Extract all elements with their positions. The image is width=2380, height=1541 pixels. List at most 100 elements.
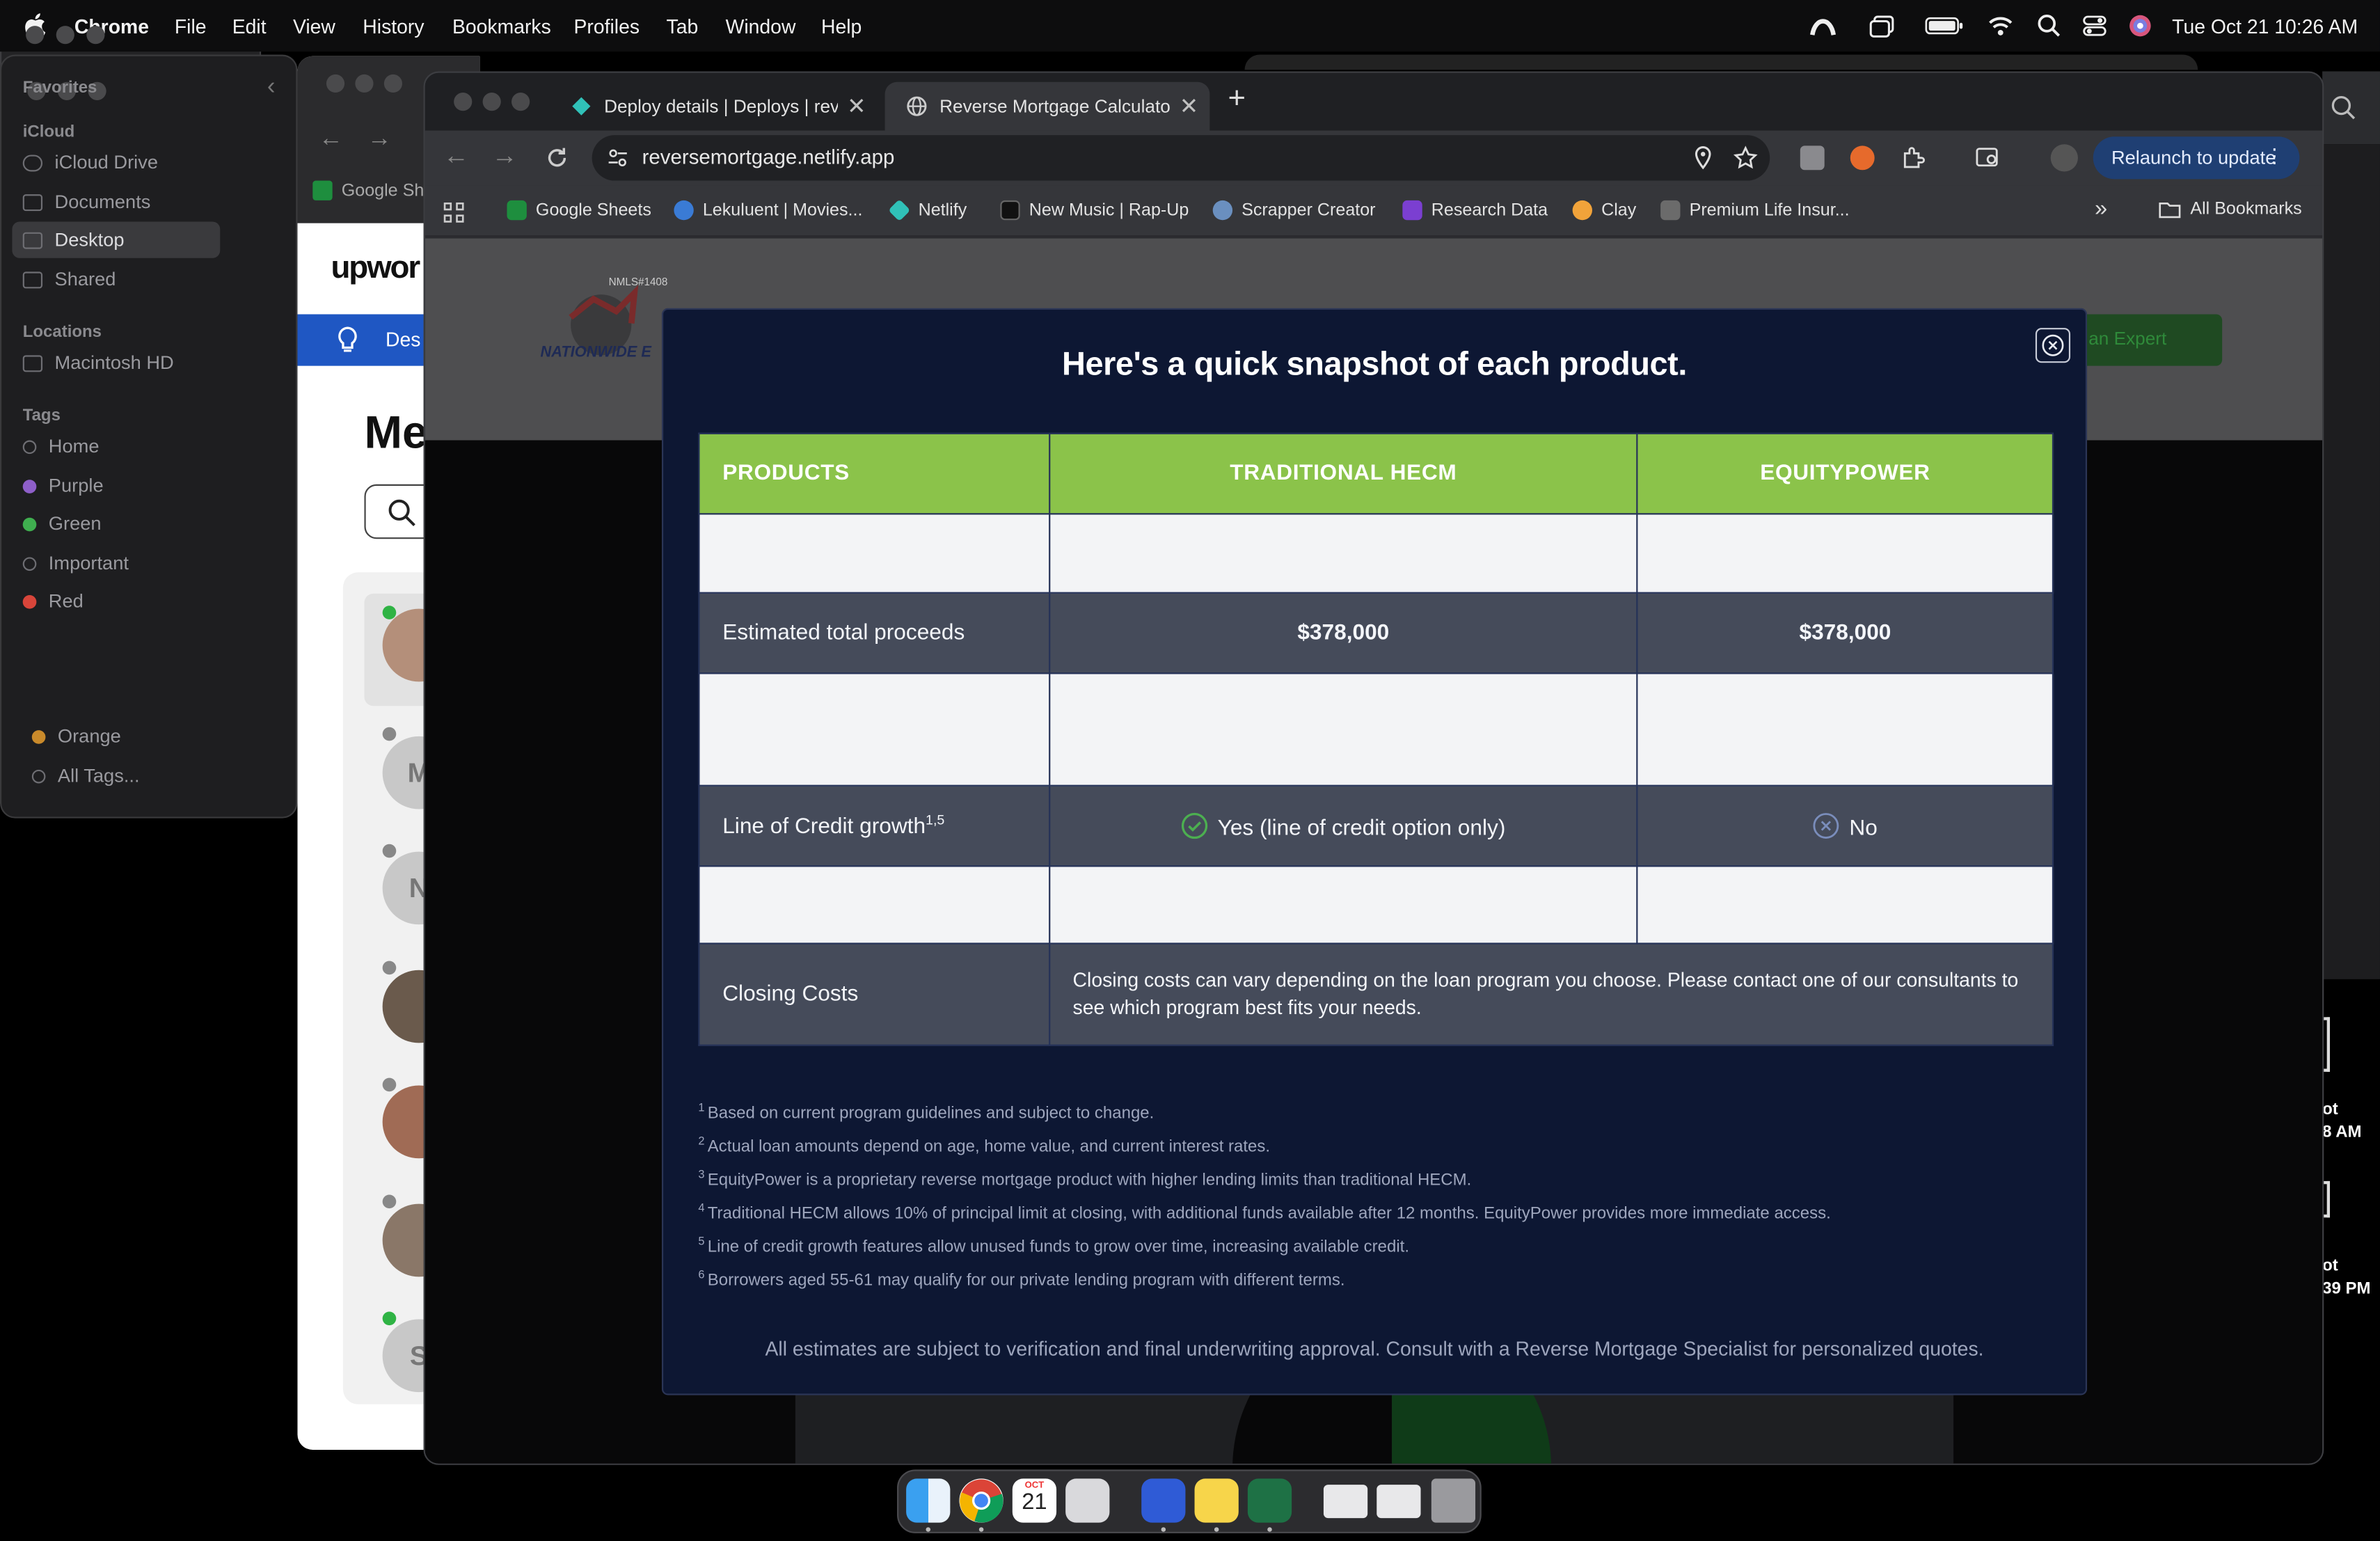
finder-app-icon[interactable] (906, 1478, 951, 1523)
bookmark-premium-life[interactable]: Premium Life Insur... (1660, 200, 1850, 221)
window-close-button[interactable] (26, 26, 45, 45)
window-minimize-button[interactable] (56, 26, 74, 45)
table-header-row: PRODUCTS TRADITIONAL HECM EQUITYPOWER (698, 432, 2054, 515)
reload-icon[interactable] (545, 145, 569, 170)
close-tab-icon[interactable]: ✕ (847, 93, 866, 120)
menu-help[interactable]: Help (821, 15, 862, 38)
back-arrow-icon[interactable]: ← (443, 141, 469, 172)
bookmark-google-sheets[interactable]: Google Sheets (507, 200, 651, 221)
metamask-extension-icon[interactable] (1850, 145, 1875, 171)
menu-window[interactable]: Window (726, 15, 796, 38)
sidebar-item-tag-home[interactable]: Home (22, 436, 100, 457)
menu-history[interactable]: History (363, 15, 424, 38)
downloads-stack-icon[interactable] (1323, 1485, 1368, 1519)
bookmark-clay[interactable]: Clay (1572, 200, 1636, 221)
offline-status-dot (382, 961, 397, 975)
logo-nmls: NMLS#1408 (609, 276, 668, 288)
footnote: 2 Actual loan amounts depend on age, home… (698, 1134, 1271, 1157)
upwork-logo[interactable]: upwor (331, 251, 420, 287)
window-minimize-button[interactable] (355, 74, 374, 93)
extensions-puzzle-icon[interactable] (1901, 144, 1928, 171)
sidebar-item-macintosh-hd[interactable]: Macintosh HD (22, 352, 174, 374)
bookmark-lekuluent[interactable]: Lekuluent | Movies... (674, 200, 862, 221)
play-icon (674, 200, 694, 221)
disk-icon (22, 354, 43, 372)
forward-arrow-icon[interactable]: → (492, 141, 518, 172)
notes-app-icon[interactable] (1194, 1478, 1239, 1523)
excel-app-icon[interactable] (1247, 1478, 1292, 1523)
bookmark-research-data[interactable]: Research Data (1402, 200, 1548, 221)
menu-profiles[interactable]: Profiles (573, 15, 640, 38)
location-pin-icon[interactable] (1692, 145, 1714, 170)
document-icon (22, 193, 43, 211)
window-close-button[interactable] (454, 93, 473, 111)
chevron-left-icon[interactable]: ‹ (267, 74, 276, 102)
bookmark-new-music[interactable]: New Music | Rap-Up (1000, 200, 1189, 221)
address-bar[interactable]: reversemortgage.netlify.app (592, 135, 1770, 181)
upwork-page-title: Me (364, 408, 428, 459)
modal-close-button[interactable] (2035, 328, 2071, 363)
all-bookmarks-button[interactable]: All Bookmarks (2159, 200, 2302, 219)
calendar-app-icon[interactable]: OCT 21 (1012, 1478, 1057, 1523)
sidebar-item-shared[interactable]: Shared (22, 269, 116, 290)
profile-avatar[interactable] (2050, 144, 2078, 172)
more-options-icon[interactable]: ⋮ (2264, 144, 2284, 168)
relaunch-button[interactable]: Relaunch to update ⋮ (2093, 136, 2300, 180)
menu-file[interactable]: File (175, 15, 207, 38)
bookmark-netlify[interactable]: Netlify (888, 199, 967, 222)
siri-icon[interactable] (2127, 12, 2154, 39)
extension-icon[interactable] (1800, 145, 1825, 171)
sheets-icon (507, 200, 527, 221)
forward-arrow-icon[interactable]: → (367, 126, 392, 153)
sidebar-item-documents[interactable]: Documents (22, 191, 151, 212)
window-zoom-button[interactable] (86, 26, 105, 45)
bookmark-google-sheets[interactable]: Google Sh (312, 180, 424, 200)
sidebar-section-tags: Tags (22, 406, 61, 425)
bookmark-star-icon[interactable] (1733, 145, 1758, 170)
back-arrow-icon[interactable]: ← (319, 126, 343, 153)
iphone-mirroring-app-icon[interactable] (1065, 1478, 1110, 1523)
menu-edit[interactable]: Edit (232, 15, 267, 38)
trash-icon[interactable] (1431, 1478, 1476, 1523)
window-zoom-button[interactable] (511, 93, 530, 111)
sidebar-item-desktop[interactable]: Desktop (22, 229, 125, 251)
new-tab-button[interactable]: + (1228, 82, 1246, 117)
desktop-file-label: ot (2322, 1256, 2338, 1276)
document-stack-icon[interactable] (1377, 1485, 1421, 1519)
menu-app-chrome[interactable]: Chrome (74, 15, 149, 38)
sidebar-item-tag-red[interactable]: Red (22, 590, 84, 612)
sidebar-item-tag-important[interactable]: Important (22, 553, 129, 574)
bookmarks-overflow-button[interactable]: » (2095, 196, 2107, 221)
tab-deploy-details[interactable]: Deploy details | Deploys | reve ✕ (550, 82, 876, 131)
arc-app-icon[interactable] (1141, 1478, 1186, 1523)
disclaimer-text: All estimates are subject to verificatio… (765, 1337, 1984, 1361)
product-snapshot-modal: Here's a quick snapshot of each product.… (661, 308, 2088, 1396)
spotlight-search-icon[interactable] (2036, 12, 2063, 39)
sidebar-item-icloud-drive[interactable]: iCloud Drive (22, 152, 158, 173)
sidebar-item-tag-green[interactable]: Green (22, 513, 102, 535)
stage-manager-icon[interactable] (1869, 12, 1896, 39)
window-minimize-button[interactable] (482, 93, 501, 111)
site-settings-icon[interactable] (607, 148, 628, 169)
bookmark-scrapper-creator[interactable]: Scrapper Creator (1212, 200, 1376, 221)
chrome-app-icon[interactable] (959, 1478, 1003, 1523)
wifi-icon[interactable] (1987, 12, 2014, 39)
menu-bookmarks[interactable]: Bookmarks (452, 15, 551, 38)
tag-all-tags[interactable]: All Tags... (31, 765, 140, 787)
search-icon[interactable] (2330, 94, 2357, 121)
apps-grid-icon[interactable] (443, 202, 465, 223)
tab-strip: Deploy details | Deploys | reve ✕ Revers… (425, 72, 2323, 131)
close-tab-icon[interactable]: ✕ (1180, 93, 1198, 120)
window-zoom-button[interactable] (383, 74, 402, 93)
tab-reverse-mortgage-calculator[interactable]: Reverse Mortgage Calculator ✕ (884, 81, 1210, 131)
window-close-button[interactable] (326, 74, 345, 93)
tab-search-icon[interactable] (1975, 144, 2002, 171)
sidebar-item-tag-purple[interactable]: Purple (22, 475, 104, 496)
tag-orange[interactable]: Orange (31, 726, 121, 747)
menu-tab[interactable]: Tab (667, 15, 699, 38)
battery-icon[interactable] (1925, 12, 1965, 39)
menu-view[interactable]: View (293, 15, 335, 38)
control-center-icon[interactable] (2081, 12, 2108, 39)
menu-clock[interactable]: Tue Oct 21 10:26 AM (2172, 15, 2358, 38)
arc-status-icon[interactable] (1809, 12, 1836, 39)
